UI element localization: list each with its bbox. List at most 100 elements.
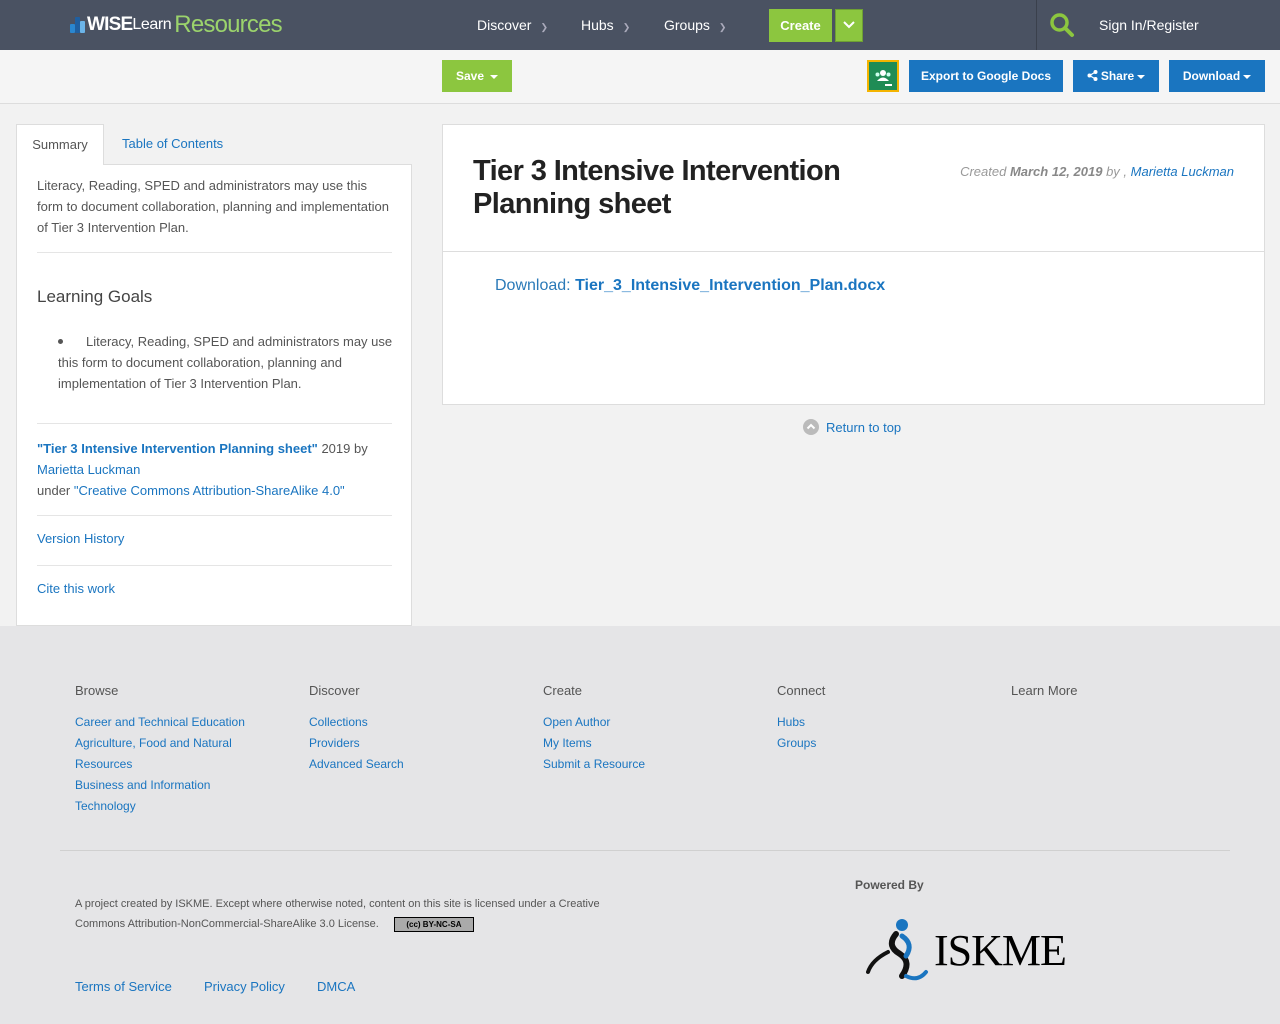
iskme-logo[interactable]: ISKME [866,916,1067,984]
footer-column-connect: Connect Hubs Groups [777,683,977,754]
license-note: A project created by ISKME. Except where… [75,894,615,934]
logo-mark-icon [70,17,86,33]
create-button[interactable]: Create [769,9,832,42]
nav-divider [1036,0,1037,50]
download-file-link[interactable]: Tier_3_Intensive_Intervention_Plan.docx [575,277,885,294]
footer-link[interactable]: Business and Information Technology [75,775,235,817]
footer-link[interactable]: Hubs [777,712,977,733]
logo-learn-text: Learn [132,16,172,33]
created-by: by , [1106,164,1128,179]
attribution-year-by: 2019 by [321,441,368,456]
footer-link[interactable]: Providers [309,733,509,754]
learning-goals-heading: Learning Goals [37,287,153,306]
footer-link[interactable]: Open Author [543,712,743,733]
attribution-block: "Tier 3 Intensive Intervention Planning … [37,438,393,501]
save-button-label: Save [455,69,485,83]
iskme-figure-icon [866,919,928,981]
download-button[interactable]: Download [1169,60,1265,92]
logo-wise-text: WISE [87,14,133,35]
footer-link[interactable]: Career and Technical Education [75,712,275,733]
wiselearn-logo[interactable]: WISE Learn Resources [70,11,283,39]
cite-this-work-link[interactable]: Cite this work [37,581,115,596]
footer-divider [60,850,1230,851]
created-author-link[interactable]: Marietta Luckman [1131,164,1234,179]
download-button-label: Download [1182,69,1241,83]
save-button[interactable]: Save [442,60,512,92]
footer-heading: Discover [309,683,360,698]
share-icon [1087,70,1098,81]
footer-link[interactable]: Advanced Search [309,754,509,775]
tab-summary[interactable]: Summary [16,124,104,165]
footer-column-create: Create Open Author My Items Submit a Res… [543,683,743,775]
download-prefix: Download: [495,277,571,294]
chevron-down-icon [843,21,855,29]
export-google-docs-button[interactable]: Export to Google Docs [909,60,1063,92]
nav-discover-label: Discover [477,17,532,33]
nav-groups[interactable]: Groups ❯ [664,0,726,50]
chevron-down-icon: ❯ [718,22,727,32]
license-note-text: A project created by ISKME. Except where… [75,898,600,930]
footer-link[interactable]: Agriculture, Food and Natural Resources [75,733,255,775]
arrow-up-circle-icon [803,419,819,435]
search-icon [1050,13,1074,37]
resource-title: Tier 3 Intensive Intervention Planning s… [473,155,841,220]
divider [37,252,392,253]
created-prefix: Created [960,164,1007,179]
search-button[interactable] [1049,12,1075,38]
create-dropdown-toggle[interactable] [835,9,863,42]
learning-goal-item: Literacy, Reading, SPED and administrato… [58,334,393,391]
created-date: March 12, 2019 [1009,164,1103,179]
share-button[interactable]: Share [1073,60,1159,92]
footer-link[interactable]: Submit a Resource [543,754,743,775]
resource-toolbar: Save Export to Google Docs Share Downloa… [0,50,1280,104]
created-info: Created March 12, 2019 by , Marietta Luc… [960,164,1234,179]
footer-column-learn-more: Learn More [1011,683,1211,712]
footer-column-discover: Discover Collections Providers Advanced … [309,683,509,775]
footer-link[interactable]: Groups [777,733,977,754]
attribution-under: under [37,483,71,498]
divider [37,565,392,566]
google-classroom-button[interactable] [867,60,899,92]
summary-text: Literacy, Reading, SPED and administrato… [37,178,389,235]
resource-card: Tier 3 Intensive Intervention Planning s… [442,124,1265,405]
nav-hubs-label: Hubs [581,17,614,33]
return-to-top-label: Return to top [826,419,902,435]
top-navigation-bar: WISE Learn Resources Discover ❯ Hubs ❯ Gro… [0,0,1280,50]
nav-hubs[interactable]: Hubs ❯ [581,0,630,50]
privacy-policy-link[interactable]: Privacy Policy [204,979,285,994]
tab-table-of-contents[interactable]: Table of Contents [122,124,223,165]
sign-in-register-link[interactable]: Sign In/Register [1099,0,1199,50]
footer-heading: Browse [75,683,119,698]
footer-heading: Connect [777,683,826,698]
dmca-link[interactable]: DMCA [317,979,355,994]
nav-groups-label: Groups [664,17,710,33]
share-button-label: Share [1100,69,1135,83]
footer-column-browse: Browse Career and Technical Education Ag… [75,683,275,817]
powered-by-label: Powered By [855,878,924,892]
divider [37,515,392,516]
chevron-down-icon: ❯ [622,22,631,32]
footer-heading[interactable]: Learn More [1011,683,1211,699]
attribution-license-link[interactable]: "Creative Commons Attribution-ShareAlike… [74,483,345,498]
footer-heading: Create [543,683,583,698]
google-classroom-icon [869,62,897,90]
caret-down-icon [1243,74,1252,79]
iskme-logo-text: ISKME [934,925,1067,975]
divider [37,423,392,424]
attribution-title-link[interactable]: "Tier 3 Intensive Intervention Planning … [37,441,318,456]
footer-link[interactable]: Collections [309,712,509,733]
version-history-link[interactable]: Version History [37,531,124,546]
footer: Browse Career and Technical Education Ag… [0,626,1280,1024]
logo-resources-text: Resources [174,11,282,38]
terms-of-service-link[interactable]: Terms of Service [75,979,172,994]
caret-down-icon [490,74,499,79]
cc-license-badge[interactable]: (cc) BY-NC-SA [393,916,474,932]
download-line: Download: Tier_3_Intensive_Intervention_… [495,277,885,295]
chevron-down-icon: ❯ [540,22,549,32]
attribution-author-link[interactable]: Marietta Luckman [37,462,140,477]
return-to-top-link[interactable]: Return to top [803,419,901,435]
nav-discover[interactable]: Discover ❯ [477,0,548,50]
footer-link[interactable]: My Items [543,733,743,754]
summary-panel: Literacy, Reading, SPED and administrato… [16,164,412,626]
divider [443,251,1264,252]
